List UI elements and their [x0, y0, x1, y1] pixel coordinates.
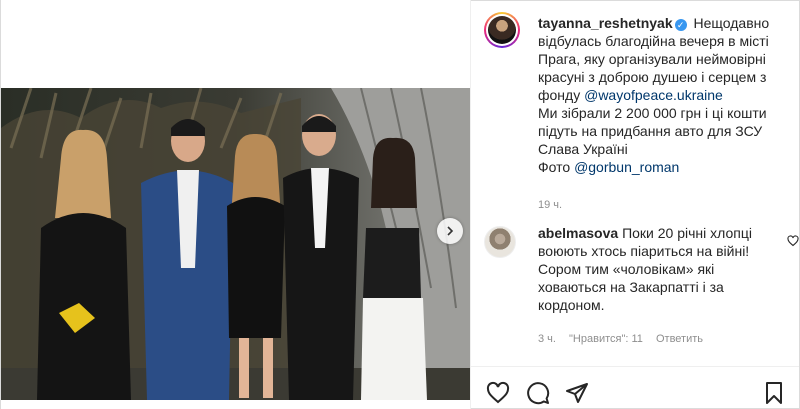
post-media: [1, 0, 470, 409]
bookmark-icon: [766, 382, 782, 404]
comment-button[interactable]: [526, 381, 550, 405]
caption-line2: Ми зібрали 2 200 000 грн і ці кошти піду…: [538, 105, 767, 139]
comment-text: abelmasova Поки 20 річні хлопці воюють х…: [538, 224, 774, 314]
commenter-username[interactable]: abelmasova: [538, 225, 618, 241]
author-username[interactable]: tayanna_reshetnyak: [538, 15, 673, 31]
verified-badge-icon: ✓: [674, 19, 687, 31]
comment-meta: 3 ч. "Нравится": 11 Ответить: [538, 333, 713, 345]
comment-time[interactable]: 3 ч.: [538, 333, 556, 345]
comment-reply-button[interactable]: Ответить: [656, 333, 703, 345]
photo-credit-prefix: Фото: [538, 159, 571, 175]
next-photo-button[interactable]: [437, 218, 463, 244]
caption-line3: Слава Україні: [538, 141, 628, 157]
post-photo[interactable]: [1, 88, 470, 400]
like-button[interactable]: [486, 381, 510, 405]
chevron-right-icon: [447, 226, 454, 236]
share-icon: [566, 383, 588, 403]
comment-like-button[interactable]: [787, 234, 799, 250]
post-time[interactable]: 19 ч.: [538, 199, 562, 211]
photo-image: [1, 88, 470, 400]
heart-icon: [486, 381, 510, 404]
comment-icon: [527, 382, 550, 405]
heart-icon: [787, 235, 799, 247]
author-avatar[interactable]: [484, 12, 520, 48]
post-actions: [470, 366, 799, 409]
save-button[interactable]: [762, 381, 786, 405]
commenter-avatar[interactable]: [484, 226, 516, 258]
comment-likes[interactable]: "Нравится": 11: [569, 333, 643, 345]
mention-fund-link[interactable]: @wayofpeace.ukraine: [584, 87, 723, 103]
mention-photo-link[interactable]: @gorbun_roman: [574, 159, 679, 175]
share-button[interactable]: [565, 381, 589, 405]
caption-text: tayanna_reshetnyak ✓ Нещодавно відбулась …: [538, 14, 794, 176]
